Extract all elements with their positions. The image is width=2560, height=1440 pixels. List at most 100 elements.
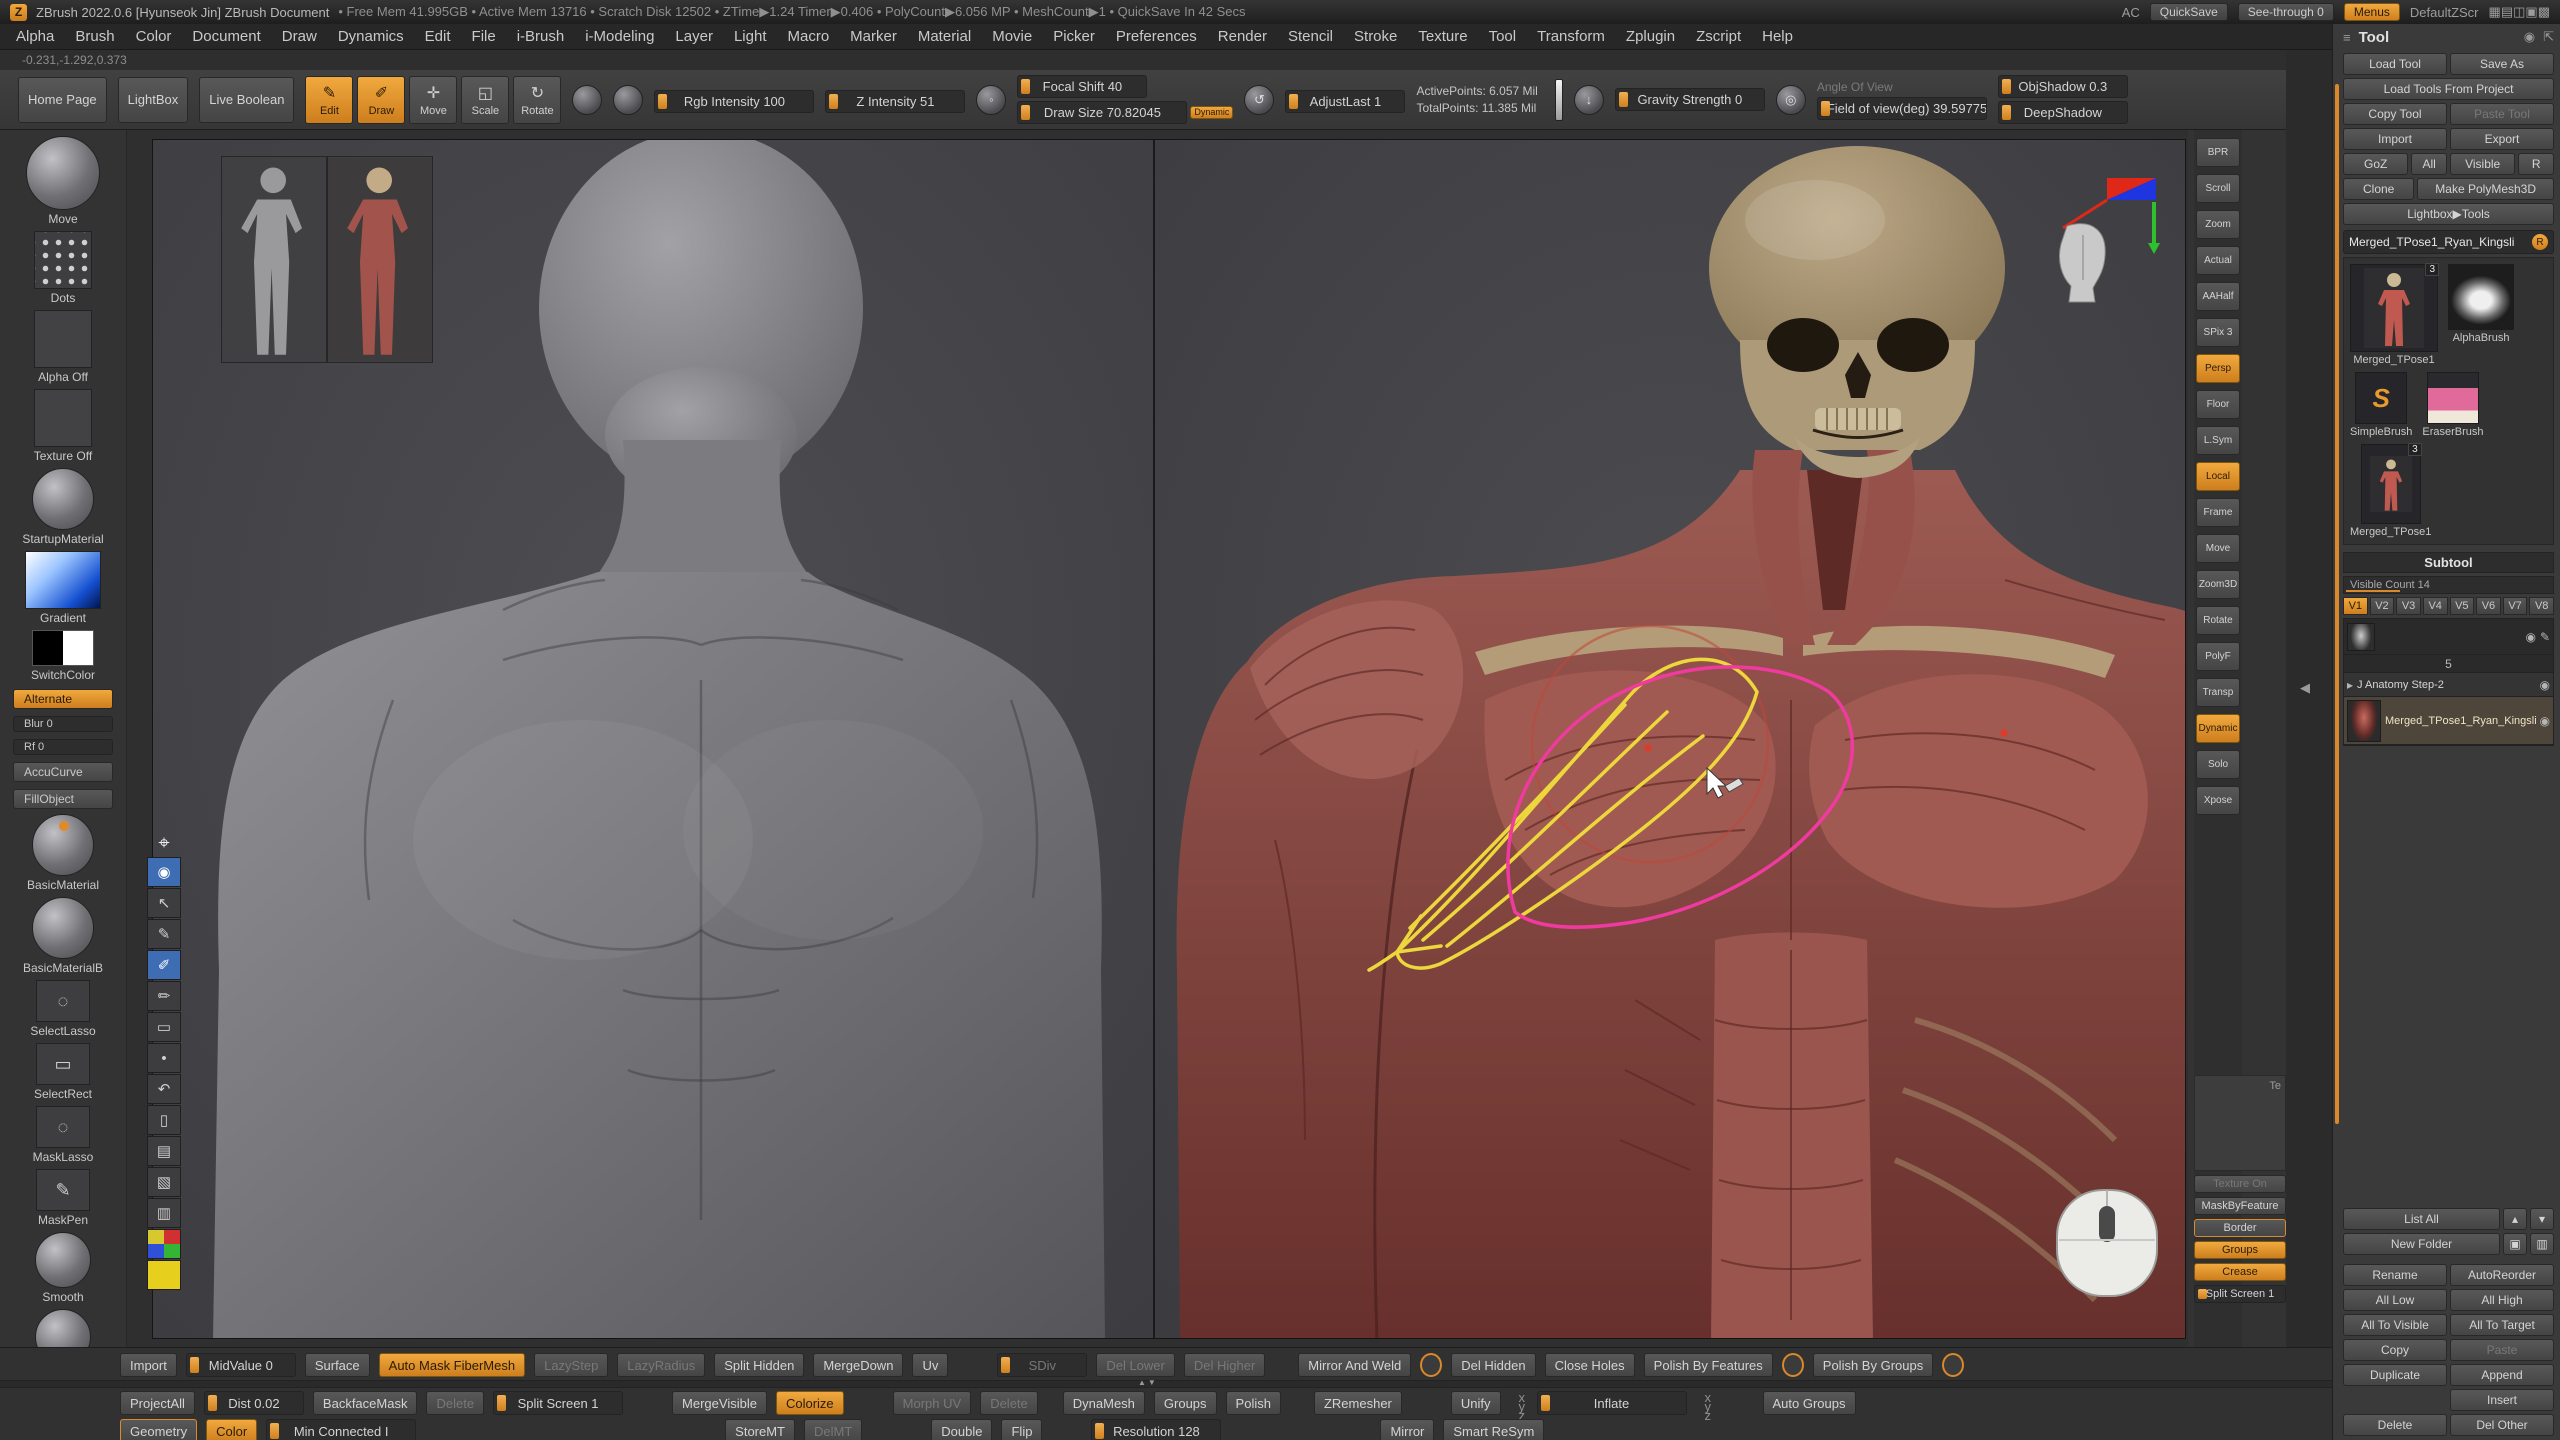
duplicate-button[interactable]: Duplicate: [2343, 1364, 2447, 1386]
mirror-button[interactable]: Mirror: [1380, 1419, 1434, 1440]
texture-off[interactable]: Texture Off: [34, 389, 92, 463]
paste-subtool-button[interactable]: Paste: [2450, 1339, 2554, 1361]
startup-material[interactable]: StartupMaterial: [22, 468, 103, 546]
right-viewport[interactable]: [1155, 140, 2185, 1338]
current-tool-r-badge[interactable]: R: [2532, 234, 2548, 250]
menu-item[interactable]: i-Modeling: [585, 28, 654, 45]
polish-groups-toggle[interactable]: [1942, 1353, 1964, 1377]
menus-button[interactable]: Menus: [2344, 3, 2400, 21]
texture-on-toggle[interactable]: Texture On: [2194, 1175, 2286, 1193]
subtool-tab[interactable]: V1: [2343, 597, 2368, 615]
local-toggle[interactable]: Local: [2196, 462, 2240, 491]
delete-uv-button[interactable]: Delete: [980, 1391, 1038, 1415]
goz-r-button[interactable]: R: [2518, 153, 2554, 175]
alphabrush-thumbnail[interactable]: [2448, 264, 2514, 330]
fov-slider[interactable]: Field of view(deg) 39.59775: [1817, 97, 1987, 120]
mask-lasso[interactable]: MaskLasso: [33, 1106, 94, 1164]
menu-item[interactable]: Texture: [1418, 28, 1467, 45]
lightbox-tools-button[interactable]: Lightbox▶Tools: [2343, 203, 2554, 225]
export-tool-button[interactable]: Export: [2450, 128, 2554, 150]
menu-item[interactable]: Movie: [992, 28, 1032, 45]
load-tools-from-project-button[interactable]: Load Tools From Project: [2343, 78, 2554, 100]
import-button[interactable]: Import: [120, 1353, 177, 1377]
midvalue-slider[interactable]: MidValue 0: [186, 1353, 296, 1377]
menu-item[interactable]: Stencil: [1288, 28, 1333, 45]
dot-icon[interactable]: •: [147, 1043, 181, 1073]
goz-visible-button[interactable]: Visible: [2450, 153, 2515, 175]
save-as-button[interactable]: Save As: [2450, 53, 2554, 75]
menu-item[interactable]: Edit: [425, 28, 451, 45]
subtool-header[interactable]: Subtool: [2343, 552, 2554, 573]
dynamesh-polish-toggle[interactable]: Polish: [1226, 1391, 1281, 1415]
folder-collapse-button[interactable]: ▣: [2503, 1233, 2527, 1255]
live-boolean-button[interactable]: Live Boolean: [199, 77, 294, 123]
all-to-visible-button[interactable]: All To Visible: [2343, 1314, 2447, 1336]
gray-model-thumbnail[interactable]: [221, 156, 327, 363]
blur-slider[interactable]: Blur 0: [13, 714, 113, 732]
auto-mask-fibermesh-toggle[interactable]: Auto Mask FiberMesh: [379, 1353, 525, 1377]
alpha-preview-icon[interactable]: [613, 85, 643, 115]
subtool-selected-row[interactable]: Merged_TPose1_Ryan_Kingslie ◉: [2344, 697, 2553, 745]
delete-button[interactable]: Delete: [426, 1391, 484, 1415]
subtool-row[interactable]: ◉ ✎: [2344, 619, 2553, 655]
floor-toggle[interactable]: Floor: [2196, 390, 2240, 419]
draw-mode-button[interactable]: ✐Draw: [357, 76, 405, 124]
ruler-icon[interactable]: ▭: [147, 1012, 181, 1042]
subtool-tab[interactable]: V6: [2476, 597, 2501, 615]
make-polymesh3d-button[interactable]: Make PolyMesh3D: [2417, 178, 2554, 200]
move-mode-button[interactable]: ✛Move: [409, 76, 457, 124]
folder-options-button[interactable]: ▥: [2530, 1233, 2554, 1255]
menu-item[interactable]: Zplugin: [1626, 28, 1675, 45]
mask-by-feature-button[interactable]: MaskByFeature: [2194, 1197, 2286, 1215]
subtool-tab[interactable]: V8: [2529, 597, 2554, 615]
replay-icon[interactable]: ↺: [1244, 85, 1274, 115]
lazystep-slider[interactable]: LazyStep: [534, 1353, 608, 1377]
seethrough-slider[interactable]: See-through 0: [2238, 3, 2334, 21]
actual-button[interactable]: Actual: [2196, 246, 2240, 275]
all-high-button[interactable]: All High: [2450, 1289, 2554, 1311]
menu-item[interactable]: Tool: [1489, 28, 1517, 45]
auto-groups-button[interactable]: Auto Groups: [1763, 1391, 1856, 1415]
config-icon[interactable]: ▩: [2538, 4, 2550, 19]
subtool-tab[interactable]: V7: [2503, 597, 2528, 615]
stroke-preview-icon[interactable]: [572, 85, 602, 115]
del-lower-button[interactable]: Del Lower: [1096, 1353, 1175, 1377]
polish-by-features-slider[interactable]: Polish By Features: [1644, 1353, 1773, 1377]
deep-shadow-slider[interactable]: DeepShadow: [1998, 101, 2128, 124]
weld-toggle[interactable]: [1420, 1353, 1442, 1377]
menu-item[interactable]: Help: [1762, 28, 1793, 45]
scroll-button[interactable]: Scroll: [2196, 174, 2240, 203]
subtool-tab[interactable]: V4: [2423, 597, 2448, 615]
scale-mode-button[interactable]: ◱Scale: [461, 76, 509, 124]
subtool-up-button[interactable]: ▴: [2503, 1208, 2527, 1230]
handle-down-icon[interactable]: ▼: [1148, 1378, 1156, 1387]
del-hidden-button[interactable]: Del Hidden: [1451, 1353, 1535, 1377]
rotate-mode-button[interactable]: ↻Rotate: [513, 76, 561, 124]
delmt-button[interactable]: DelMT: [804, 1419, 862, 1440]
lightbox-button[interactable]: LightBox: [118, 77, 189, 123]
mirror-and-weld-button[interactable]: Mirror And Weld: [1298, 1353, 1411, 1377]
dynamesh-button[interactable]: DynaMesh: [1063, 1391, 1145, 1415]
palette-expand-icon[interactable]: ⇱: [2543, 29, 2554, 45]
menu-item[interactable]: i-Brush: [517, 28, 565, 45]
rename-button[interactable]: Rename: [2343, 1264, 2447, 1286]
menu-item[interactable]: Color: [136, 28, 172, 45]
solo-toggle[interactable]: Solo: [2196, 750, 2240, 779]
zoom-button[interactable]: Zoom: [2196, 210, 2240, 239]
gravity-icon[interactable]: ↓: [1574, 85, 1604, 115]
min-connected-slider[interactable]: Min Connected I: [266, 1419, 416, 1440]
backfacemask-button[interactable]: BackfaceMask: [313, 1391, 418, 1415]
storemt-button[interactable]: StoreMT: [725, 1419, 795, 1440]
rotate-button[interactable]: Rotate: [2196, 606, 2240, 635]
gradient-color-picker[interactable]: Gradient: [25, 551, 101, 625]
cursor-icon[interactable]: ↖: [147, 888, 181, 918]
subtool-tab[interactable]: V2: [2370, 597, 2395, 615]
menu-item[interactable]: Preferences: [1116, 28, 1197, 45]
menu-item[interactable]: Brush: [75, 28, 114, 45]
flip-button[interactable]: Flip: [1001, 1419, 1042, 1440]
draw-size-preview-icon[interactable]: ◦: [976, 85, 1006, 115]
switch-color[interactable]: SwitchColor: [31, 630, 95, 682]
dynamic-draw-size-toggle[interactable]: Dynamic: [1190, 106, 1233, 119]
color-tab[interactable]: Color: [206, 1419, 257, 1440]
basic-material[interactable]: BasicMaterial: [27, 814, 99, 892]
